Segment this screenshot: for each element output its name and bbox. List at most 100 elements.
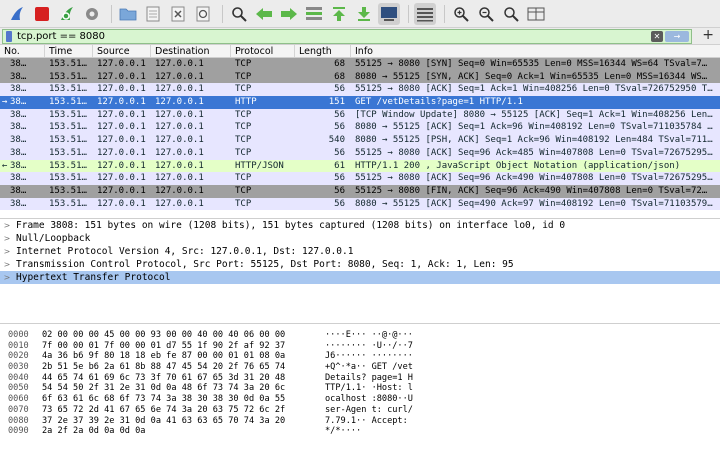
cell-length: 56 — [334, 185, 345, 196]
detail-tree-item[interactable]: > Frame 3808: 151 bytes on wire (1208 bit… — [0, 219, 720, 232]
packet-row[interactable]: ← 38… 153.51… 127.0.0.1 127.0.0.1 HTTP/JSON 61… — [0, 159, 720, 173]
bytes-offset: 0020 — [8, 351, 29, 362]
cell-protocol: TCP — [235, 173, 252, 184]
cell-no-text: 38… — [10, 135, 27, 146]
cell-no-text: 38… — [10, 147, 27, 158]
column-header-protocol[interactable]: Protocol — [231, 45, 295, 57]
cell-no: 38… — [0, 109, 45, 122]
bytes-ascii: ····E··· ··@·@··· — [325, 330, 413, 340]
clear-filter-icon[interactable]: ✕ — [651, 30, 663, 42]
packet-details-pane: > Frame 3808: 151 bytes on wire (1208 bit… — [0, 218, 720, 318]
stop-icon[interactable] — [31, 3, 53, 25]
add-filter-button[interactable]: + — [702, 28, 714, 43]
packet-list: No. Time Source Destination Protocol Len… — [0, 44, 720, 215]
cell-source: 127.0.0.1 — [97, 109, 146, 120]
bytes-row[interactable]: 0050 54 54 50 2f 31 2e 31 0d 0a 48 6f 73 … — [0, 383, 720, 394]
last-packet-icon[interactable] — [353, 3, 375, 25]
go-forward-icon[interactable] — [278, 3, 300, 25]
packet-row[interactable]: 38… 153.51… 127.0.0.1 127.0.0.1 TCP 56 55125 →… — [0, 146, 720, 160]
bytes-row[interactable]: 0070 73 65 72 2d 41 67 65 6e 74 3a 20 63 … — [0, 405, 720, 416]
bytes-row[interactable]: 0060 6f 63 61 6c 68 6f 73 74 3a 38 30 38 … — [0, 394, 720, 405]
packet-row[interactable]: 38… 153.51… 127.0.0.1 127.0.0.1 TCP 56 8080 → … — [0, 197, 720, 211]
close-file-icon[interactable] — [167, 3, 189, 25]
display-filter-input[interactable]: tcp.port == 8080 ✕ → — [2, 28, 692, 44]
column-header-no[interactable]: No. — [0, 45, 45, 57]
restart-icon[interactable] — [56, 3, 78, 25]
cell-no-text: 38… — [10, 173, 27, 184]
cell-length: 540 — [328, 135, 345, 146]
bytes-row[interactable]: 0030 2b 51 5e b6 2a 61 8b 88 47 45 54 20 … — [0, 362, 720, 373]
apply-filter-button[interactable]: → — [665, 30, 689, 42]
reload-icon[interactable] — [192, 3, 214, 25]
cell-info: 8080 → 55125 [ACK] Seq=1 Ack=96 Win=4081… — [355, 122, 713, 133]
find-magnifier-icon[interactable] — [228, 3, 250, 25]
packet-row[interactable]: 38… 153.51… 127.0.0.1 127.0.0.1 TCP 56 [TCP Wi… — [0, 108, 720, 122]
toolbar-separator — [444, 4, 445, 23]
cell-destination: 127.0.0.1 — [155, 160, 204, 171]
open-folder-icon[interactable] — [117, 3, 139, 25]
resize-columns-icon[interactable] — [525, 3, 547, 25]
cell-no: 38… — [0, 147, 45, 160]
bytes-hex: 4a 36 b6 9f 80 18 18 eb fe 87 00 00 01 0… — [42, 351, 286, 362]
packet-row[interactable]: 38… 153.51… 127.0.0.1 127.0.0.1 TCP 540 8080 →… — [0, 134, 720, 147]
bytes-row[interactable]: 0020 4a 36 b6 9f 80 18 18 eb fe 87 00 00 … — [0, 351, 720, 362]
cell-source: 127.0.0.1 — [97, 198, 146, 209]
column-header-source[interactable]: Source — [93, 45, 151, 57]
packet-row[interactable]: 38… 153.51… 127.0.0.1 127.0.0.1 TCP 68 8080 → … — [0, 70, 720, 84]
zoom-in-icon[interactable] — [450, 3, 472, 25]
bookmark-icon[interactable] — [6, 30, 12, 42]
cell-no: 38… — [0, 83, 45, 96]
packet-rows: 38… 153.51… 127.0.0.1 127.0.0.1 TCP 68 55125 →… — [0, 58, 720, 211]
bytes-ascii: +Q^·*a·· GET /vet — [325, 362, 413, 373]
cell-source: 127.0.0.1 — [97, 71, 146, 82]
detail-tree-item[interactable]: > Null/Loopback — [0, 232, 720, 245]
expand-arrow-icon[interactable]: > — [0, 221, 14, 230]
packet-row[interactable]: 38… 153.51… 127.0.0.1 127.0.0.1 TCP 56 55125 →… — [0, 83, 720, 97]
shark-fin-icon[interactable] — [6, 3, 28, 25]
column-header-destination[interactable]: Destination — [151, 45, 231, 57]
cell-time: 153.51… — [49, 59, 87, 69]
go-to-packet-icon[interactable] — [303, 3, 325, 25]
bytes-row[interactable]: 0010 7f 00 00 01 7f 00 00 01 d7 55 1f 90 … — [0, 341, 720, 352]
expand-arrow-icon[interactable]: > — [0, 247, 14, 256]
bytes-hex: 37 2e 37 39 2e 31 0d 0a 41 63 63 65 70 7… — [42, 415, 286, 426]
column-header-length[interactable]: Length — [295, 45, 351, 57]
cell-length: 68 — [334, 71, 345, 82]
packet-row[interactable]: 38… 153.51… 127.0.0.1 127.0.0.1 TCP 56 55125 →… — [0, 172, 720, 185]
packet-row[interactable]: 38… 153.51… 127.0.0.1 127.0.0.1 TCP 68 55125 →… — [0, 58, 720, 71]
packet-row[interactable]: 38… 153.51… 127.0.0.1 127.0.0.1 TCP 56 8080 → … — [0, 121, 720, 135]
cell-source: 127.0.0.1 — [97, 59, 146, 69]
go-back-icon[interactable] — [253, 3, 275, 25]
cell-no: ← 38… — [0, 160, 45, 173]
bytes-row[interactable]: 0000 02 00 00 00 45 00 00 93 00 00 40 00 … — [0, 330, 720, 341]
cell-no: 38… — [0, 71, 45, 84]
cell-info: GET /vetDetails?page=1 HTTP/1.1 — [355, 97, 523, 108]
cell-protocol: TCP — [235, 198, 252, 209]
packet-row[interactable]: → 38… 153.51… 127.0.0.1 127.0.0.1 HTTP 151 GET … — [0, 96, 720, 109]
packet-row[interactable]: 38… 153.51… 127.0.0.1 127.0.0.1 TCP 56 55125 →… — [0, 184, 720, 198]
expand-arrow-icon[interactable]: > — [0, 273, 14, 282]
cell-destination: 127.0.0.1 — [155, 198, 204, 209]
detail-tree-item[interactable]: > Transmission Control Protocol, Src Port… — [0, 258, 720, 271]
save-file-icon[interactable] — [142, 3, 164, 25]
zoom-normal-icon[interactable] — [500, 3, 522, 25]
options-gear-icon[interactable] — [81, 3, 103, 25]
bytes-row[interactable]: 0080 37 2e 37 39 2e 31 0d 0a 41 63 63 65 … — [0, 416, 720, 427]
bytes-row[interactable]: 0040 44 65 74 61 69 6c 73 3f 70 61 67 65 … — [0, 373, 720, 384]
zoom-out-icon[interactable] — [475, 3, 497, 25]
cell-source: 127.0.0.1 — [97, 160, 146, 171]
expand-arrow-icon[interactable]: > — [0, 260, 14, 269]
column-header-info[interactable]: Info — [351, 45, 720, 57]
column-header-time[interactable]: Time — [45, 45, 93, 57]
first-packet-icon[interactable] — [328, 3, 350, 25]
colorize-icon[interactable] — [414, 2, 436, 25]
expand-arrow-icon[interactable]: > — [0, 234, 14, 243]
toolbar-separator — [222, 4, 223, 23]
filter-text[interactable]: tcp.port == 8080 — [17, 31, 651, 42]
detail-tree-item[interactable]: > Internet Protocol Version 4, Src: 127.0… — [0, 245, 720, 258]
detail-tree-item[interactable]: > Hypertext Transfer Protocol — [0, 271, 720, 284]
autoscroll-icon[interactable] — [378, 2, 400, 25]
bytes-row[interactable]: 0090 2a 2f 2a 0d 0a 0d 0a */*···· — [0, 426, 720, 437]
bytes-ascii: ocalhost :8080··U — [325, 394, 413, 405]
cell-no: → 38… — [0, 96, 45, 109]
